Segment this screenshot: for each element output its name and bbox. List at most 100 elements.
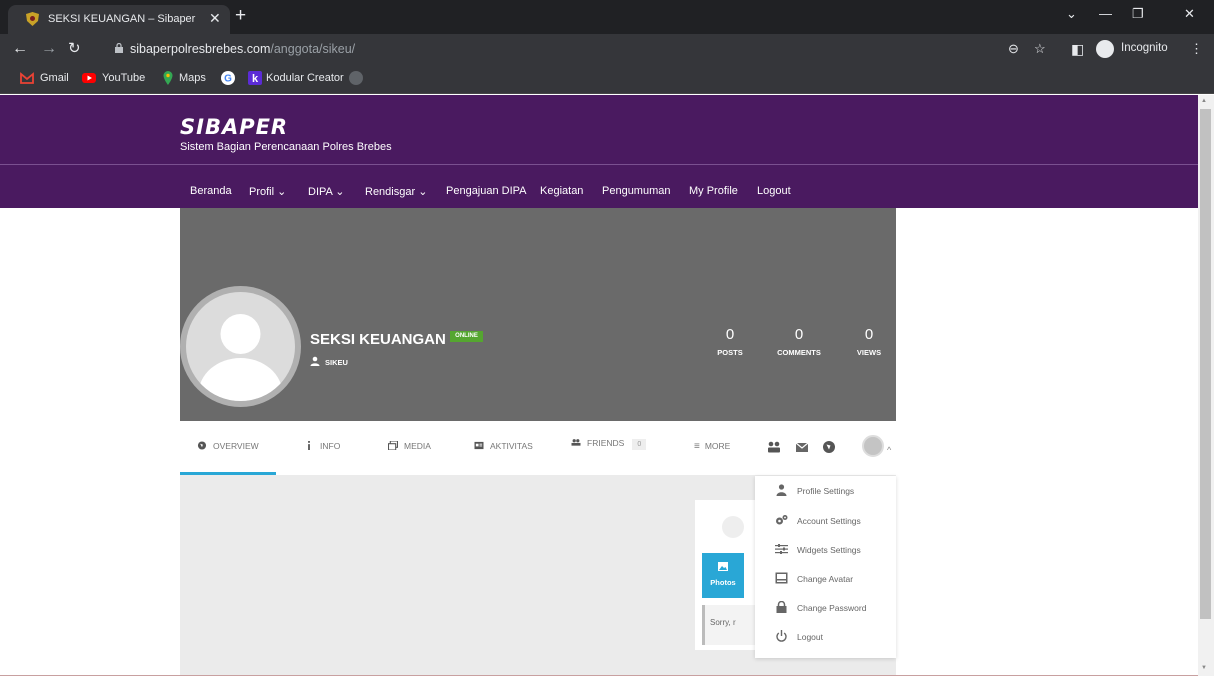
notifications-globe-icon[interactable] bbox=[822, 440, 836, 454]
svg-text:k: k bbox=[252, 73, 259, 85]
account-avatar[interactable] bbox=[862, 435, 884, 457]
bookmark-gmail[interactable]: Gmail bbox=[40, 72, 69, 84]
tab-friends[interactable]: FRIENDS 0 bbox=[571, 438, 647, 450]
forward-icon[interactable]: → bbox=[41, 40, 57, 58]
profile-avatar[interactable] bbox=[186, 292, 295, 401]
views-label: VIEWS bbox=[856, 348, 882, 357]
media-icon bbox=[388, 441, 398, 450]
window-close-icon[interactable]: ✕ bbox=[1184, 6, 1195, 22]
maps-icon bbox=[163, 71, 173, 85]
user-icon bbox=[310, 356, 320, 366]
posts-label: POSTS bbox=[717, 348, 743, 357]
zoom-icon[interactable]: ⊖ bbox=[1008, 41, 1019, 57]
image-icon bbox=[775, 572, 788, 584]
bookmark-maps[interactable]: Maps bbox=[179, 72, 206, 84]
account-dropdown-menu: Profile Settings Account Settings Widget… bbox=[755, 476, 896, 658]
youtube-icon bbox=[82, 73, 96, 83]
address-bar[interactable]: sibaperpolresbrebes.com/anggota/sikeu/ bbox=[106, 37, 1066, 61]
back-icon[interactable]: ← bbox=[12, 40, 28, 58]
site-logo[interactable]: SIBAPER bbox=[180, 115, 288, 139]
comments-count: 0 bbox=[794, 326, 804, 343]
widget-media-icon[interactable] bbox=[722, 516, 744, 538]
dropdown-change-avatar[interactable]: Change Avatar bbox=[755, 564, 896, 593]
incognito-icon bbox=[1096, 40, 1114, 58]
profile-navigation: OVERVIEW INFO MEDIA AKTIVITAS FRIENDS 0 ≡… bbox=[180, 421, 896, 475]
user-icon bbox=[776, 484, 787, 496]
tab-info[interactable]: INFO bbox=[304, 441, 340, 451]
bookmark-kodular[interactable]: Kodular Creator bbox=[266, 72, 344, 84]
photo-icon bbox=[718, 562, 728, 571]
tab-close-icon[interactable]: ✕ bbox=[209, 10, 221, 27]
menu-pengajuan-dipa[interactable]: Pengajuan DIPA bbox=[446, 185, 527, 197]
profile-name: SEKSI KEUANGAN bbox=[310, 331, 446, 348]
new-tab-icon[interactable]: + bbox=[235, 5, 246, 27]
dropdown-logout[interactable]: Logout bbox=[755, 622, 896, 651]
friends-count-badge: 0 bbox=[632, 439, 647, 450]
lock-icon bbox=[115, 43, 123, 53]
photos-tab[interactable] bbox=[702, 553, 744, 598]
dropdown-account-settings[interactable]: Account Settings bbox=[755, 506, 896, 535]
posts-count: 0 bbox=[725, 326, 735, 343]
incognito-label: Incognito bbox=[1121, 42, 1168, 54]
google-icon[interactable]: G bbox=[221, 71, 235, 85]
globe-icon bbox=[197, 441, 207, 450]
browser-tab-bar: SEKSI KEUANGAN – Sibaper ✕ + ⌄ — ❐ ✕ bbox=[0, 0, 1214, 34]
globe-bookmark-icon[interactable] bbox=[349, 71, 363, 85]
menu-pengumuman[interactable]: Pengumuman bbox=[602, 185, 671, 197]
views-count: 0 bbox=[864, 326, 874, 343]
tab-aktivitas[interactable]: AKTIVITAS bbox=[474, 441, 533, 451]
messages-icon[interactable] bbox=[795, 440, 809, 454]
browser-toolbar: ← → ↻ sibaperpolresbrebes.com/anggota/si… bbox=[0, 34, 1214, 64]
site-header: SIBAPER Sistem Bagian Perencanaan Polres… bbox=[0, 95, 1198, 208]
tab-search-chevron-icon[interactable]: ⌄ bbox=[1066, 6, 1077, 22]
menu-rendisgar[interactable]: Rendisgar ⌄ bbox=[365, 185, 427, 198]
menu-logout[interactable]: Logout bbox=[757, 185, 791, 197]
reload-icon[interactable]: ↻ bbox=[68, 40, 81, 58]
bookmarks-bar: Gmail YouTube Maps G k Kodular Creator bbox=[0, 64, 1214, 94]
menu-my-profile[interactable]: My Profile bbox=[689, 185, 738, 197]
restore-icon[interactable]: ❐ bbox=[1132, 6, 1144, 22]
scroll-up-icon[interactable]: ▲ bbox=[1201, 98, 1207, 104]
scroll-down-icon[interactable]: ▼ bbox=[1201, 665, 1207, 671]
site-tagline: Sistem Bagian Perencanaan Polres Brebes bbox=[180, 141, 392, 153]
lock-icon bbox=[776, 601, 787, 613]
tab-overview[interactable]: OVERVIEW bbox=[197, 441, 259, 451]
comments-label: COMMENTS bbox=[777, 348, 821, 357]
profile-username: SIKEU bbox=[325, 358, 348, 367]
dropdown-change-password[interactable]: Change Password bbox=[755, 593, 896, 622]
dropdown-profile-settings[interactable]: Profile Settings bbox=[755, 476, 896, 505]
tab-media[interactable]: MEDIA bbox=[388, 441, 431, 451]
power-icon bbox=[776, 630, 787, 642]
side-panel-icon[interactable]: ◧ bbox=[1071, 41, 1084, 58]
online-status-badge: ONLINE bbox=[450, 331, 483, 342]
menu-dipa[interactable]: DIPA ⌄ bbox=[308, 185, 345, 198]
minimize-icon[interactable]: — bbox=[1099, 6, 1112, 21]
svg-text:G: G bbox=[224, 74, 232, 85]
bookmark-youtube[interactable]: YouTube bbox=[102, 72, 145, 84]
url-text: sibaperpolresbrebes.com/anggota/sikeu/ bbox=[130, 42, 356, 56]
activity-icon bbox=[474, 441, 484, 450]
friends-icon bbox=[571, 439, 581, 446]
caret-up-icon[interactable]: ^ bbox=[887, 445, 891, 455]
tab-title: SEKSI KEUANGAN – Sibaper bbox=[48, 13, 196, 25]
sliders-icon bbox=[775, 544, 788, 554]
menu-kegiatan[interactable]: Kegiatan bbox=[540, 185, 583, 197]
menu-profil[interactable]: Profil ⌄ bbox=[249, 185, 286, 198]
browser-menu-icon[interactable]: ⋮ bbox=[1190, 41, 1203, 57]
bookmark-star-icon[interactable]: ☆ bbox=[1034, 41, 1046, 57]
tab-more[interactable]: ≡ MORE bbox=[694, 441, 730, 452]
site-favicon-icon bbox=[26, 12, 39, 26]
empty-message-text: Sorry, r bbox=[710, 618, 736, 627]
photos-label: Photos bbox=[710, 578, 736, 587]
hamburger-icon: ≡ bbox=[694, 441, 700, 452]
friend-requests-icon[interactable] bbox=[767, 440, 781, 454]
page-scrollbar[interactable]: ▲ ▼ bbox=[1198, 95, 1214, 676]
gears-icon bbox=[776, 515, 788, 525]
browser-tab[interactable]: SEKSI KEUANGAN – Sibaper ✕ bbox=[8, 5, 230, 34]
dropdown-widgets-settings[interactable]: Widgets Settings bbox=[755, 535, 896, 564]
header-divider bbox=[0, 164, 1198, 165]
default-user-icon bbox=[198, 314, 283, 401]
menu-beranda[interactable]: Beranda bbox=[190, 185, 232, 197]
scroll-thumb[interactable] bbox=[1200, 109, 1211, 619]
gmail-icon bbox=[20, 72, 34, 84]
